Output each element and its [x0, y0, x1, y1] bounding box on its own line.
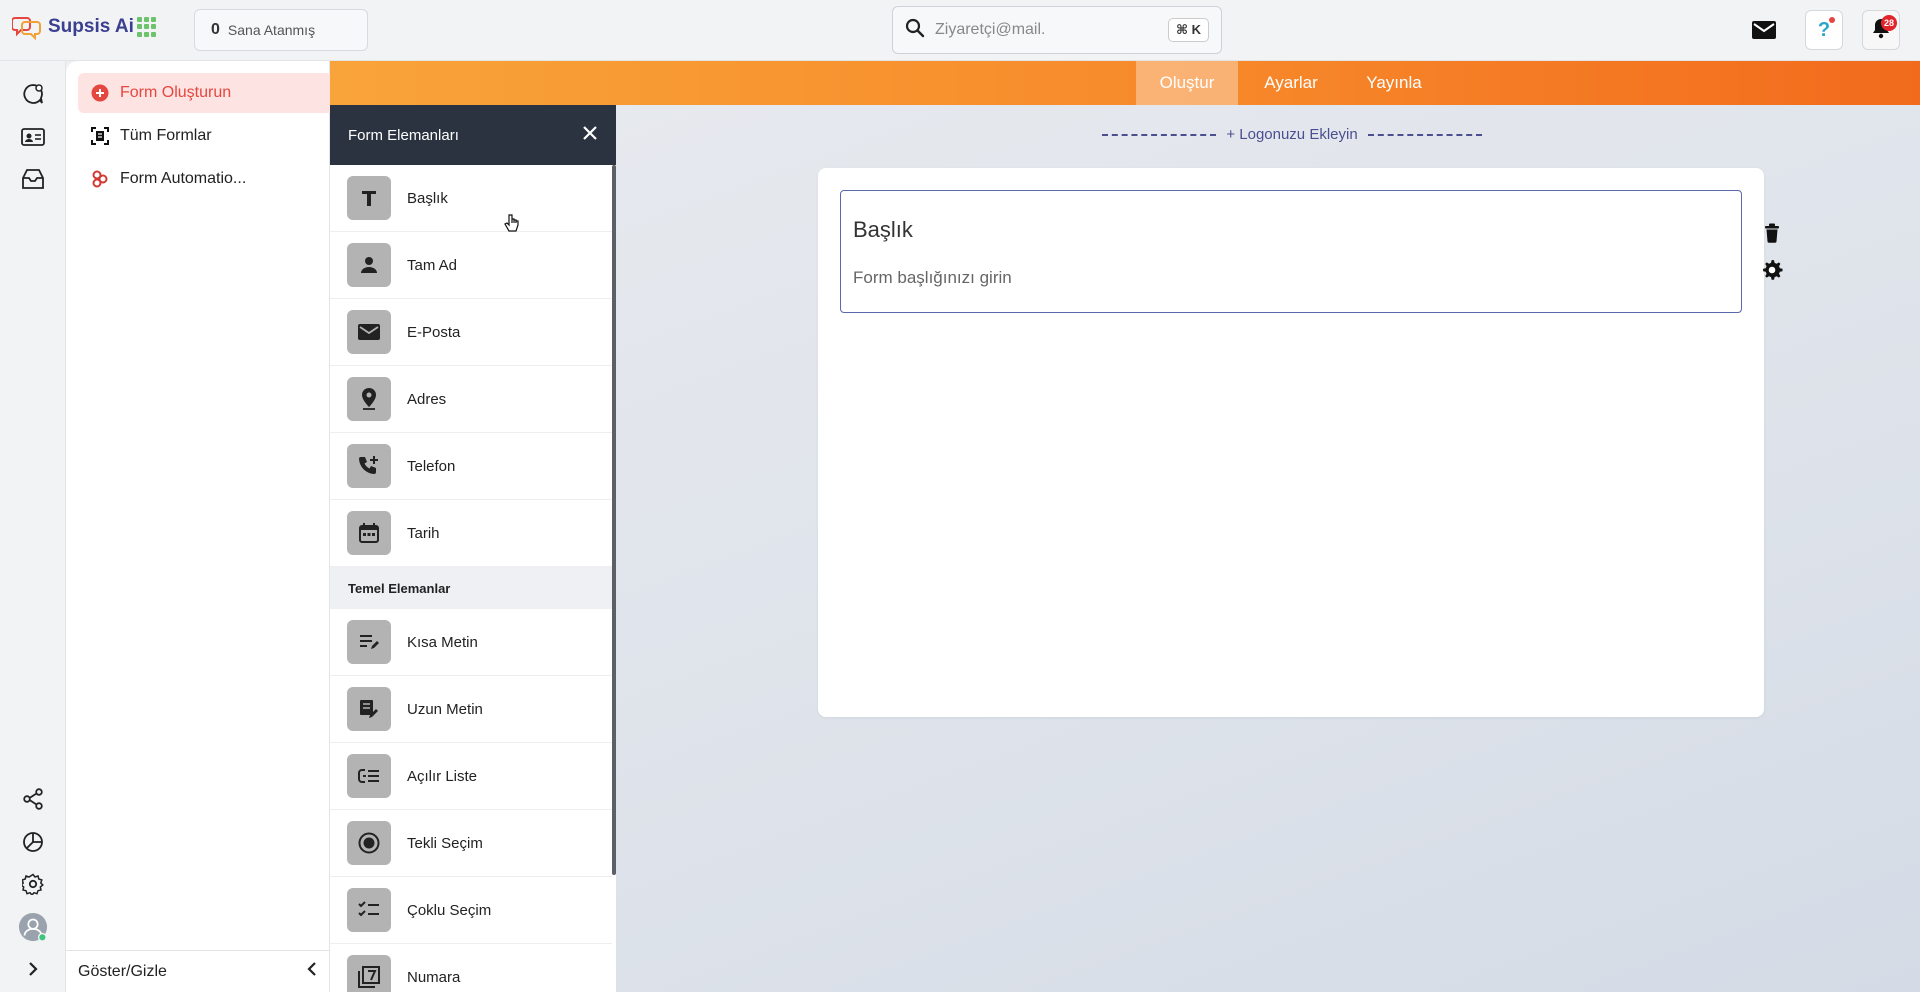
element-label: Tekli Seçim: [407, 834, 483, 852]
calendar-icon: [347, 511, 391, 555]
forms-icon: [90, 126, 110, 146]
assigned-label: Sana Atanmış: [227, 22, 316, 38]
text-title-icon: [347, 176, 391, 220]
help-icon: ?: [1817, 18, 1831, 41]
assigned-count: 0: [211, 21, 220, 38]
phone-add-icon: [347, 444, 391, 488]
element-label: Adres: [407, 390, 447, 408]
element-label: Tarih: [407, 524, 440, 542]
person-icon: [347, 243, 391, 287]
help-button[interactable]: ?: [1805, 10, 1843, 50]
form-title[interactable]: Başlık: [853, 217, 913, 243]
element-address[interactable]: Adres: [330, 366, 612, 433]
element-label: Açılır Liste: [407, 767, 478, 785]
element-label: Başlık: [407, 189, 448, 207]
add-logo-button[interactable]: + Logonuzu Ekleyin: [1102, 126, 1483, 143]
number-icon: [347, 955, 391, 992]
user-avatar[interactable]: [18, 912, 48, 942]
tab-publish[interactable]: Yayınla: [1344, 61, 1444, 105]
element-label: Numara: [407, 968, 461, 986]
element-multiple-choice[interactable]: Çoklu Seçim: [330, 877, 612, 944]
inbox-tray-icon[interactable]: [18, 164, 48, 194]
add-logo-label: + Logonuzu Ekleyin: [1226, 126, 1358, 143]
element-label: Tam Ad: [407, 256, 458, 274]
form-title-block[interactable]: Başlık Form başlığınızı girin: [840, 190, 1742, 313]
element-full-name[interactable]: Tam Ad: [330, 232, 612, 299]
assigned-to-you-button[interactable]: 0 Sana Atanmış: [194, 9, 368, 51]
plus-circle-icon: [90, 83, 110, 103]
element-email[interactable]: E-Posta: [330, 299, 612, 366]
panel-title: Form Elemanları: [348, 126, 459, 144]
radio-icon: [347, 821, 391, 865]
tab-create[interactable]: Oluştur: [1136, 61, 1238, 105]
close-icon[interactable]: [582, 125, 598, 145]
logo-icon: [11, 14, 42, 41]
mail-icon[interactable]: [1745, 10, 1783, 50]
sidebar-item-create-form[interactable]: Form Oluşturun: [78, 73, 330, 113]
settings-gear-icon[interactable]: [18, 869, 48, 899]
checklist-icon: [347, 888, 391, 932]
element-label: Telefon: [407, 457, 456, 475]
search-icon: [905, 18, 925, 43]
element-short-text[interactable]: Kısa Metin: [330, 609, 612, 676]
long-text-icon: [347, 687, 391, 731]
share-icon[interactable]: [18, 784, 48, 814]
element-label: Kısa Metin: [407, 633, 478, 651]
builder-header: Oluştur Ayarlar Yayınla: [330, 61, 1920, 105]
location-pin-icon: [347, 377, 391, 421]
search-input[interactable]: Ziyaretçi@mail.: [935, 21, 1168, 39]
element-label: Uzun Metin: [407, 700, 483, 718]
dashed-divider: [1367, 133, 1483, 136]
sidebar-item-label: Form Oluşturun: [120, 84, 232, 101]
show-hide-toggle[interactable]: Göster/Gizle: [66, 950, 330, 992]
panel-header: Form Elemanları: [330, 105, 616, 165]
forms-sidebar: Form Oluşturun Tüm Formlar Form Automati…: [66, 61, 330, 992]
section-basic-elements: Temel Elemanlar: [330, 567, 612, 609]
sidebar-item-form-automation[interactable]: Form Automatio...: [78, 159, 330, 199]
search-bar[interactable]: Ziyaretçi@mail. ⌘ K: [892, 6, 1222, 54]
chat-icon[interactable]: [18, 79, 48, 109]
form-subtitle[interactable]: Form başlığınızı girin: [853, 268, 1012, 288]
dropdown-list-icon: [347, 754, 391, 798]
left-rail: [0, 61, 66, 992]
expand-chevron-icon[interactable]: [18, 954, 48, 984]
element-label: Çoklu Seçim: [407, 901, 492, 919]
notification-badge: 28: [1880, 15, 1897, 31]
help-dot: [1829, 17, 1835, 23]
element-dropdown-list[interactable]: Açılır Liste: [330, 743, 612, 810]
search-shortcut: ⌘ K: [1167, 18, 1209, 42]
mail-icon: [347, 310, 391, 354]
app-logo[interactable]: Supsis Ai: [11, 14, 134, 41]
chevron-left-icon[interactable]: [306, 961, 318, 982]
element-title[interactable]: Başlık: [330, 165, 612, 232]
notifications-button[interactable]: 28: [1862, 10, 1900, 50]
sidebar-item-label: Tüm Formlar: [120, 127, 212, 144]
trash-icon[interactable]: [1759, 220, 1785, 246]
element-number[interactable]: Numara: [330, 944, 612, 992]
element-date[interactable]: Tarih: [330, 500, 612, 567]
form-elements-panel: Form Elemanları Başlık Tam Ad E-Posta Ad…: [330, 105, 616, 992]
show-hide-label: Göster/Gizle: [78, 962, 167, 980]
mouse-cursor-icon: [504, 214, 520, 239]
contacts-card-icon[interactable]: [18, 122, 48, 152]
element-phone[interactable]: Telefon: [330, 433, 612, 500]
sidebar-item-all-forms[interactable]: Tüm Formlar: [78, 116, 330, 156]
tab-settings[interactable]: Ayarlar: [1238, 61, 1344, 105]
sidebar-item-label: Form Automatio...: [120, 170, 247, 187]
automation-icon: [90, 169, 110, 189]
reports-pie-icon[interactable]: [18, 827, 48, 857]
short-text-icon: [347, 620, 391, 664]
dashed-divider: [1102, 133, 1217, 136]
app-name: Supsis Ai: [48, 16, 134, 37]
element-label: E-Posta: [407, 323, 461, 341]
element-long-text[interactable]: Uzun Metin: [330, 676, 612, 743]
element-single-choice[interactable]: Tekli Seçim: [330, 810, 612, 877]
gear-icon[interactable]: [1759, 257, 1785, 283]
apps-grid-icon[interactable]: [137, 17, 157, 37]
top-bar: Supsis Ai 0 Sana Atanmış Ziyaretçi@mail.…: [0, 0, 1920, 61]
